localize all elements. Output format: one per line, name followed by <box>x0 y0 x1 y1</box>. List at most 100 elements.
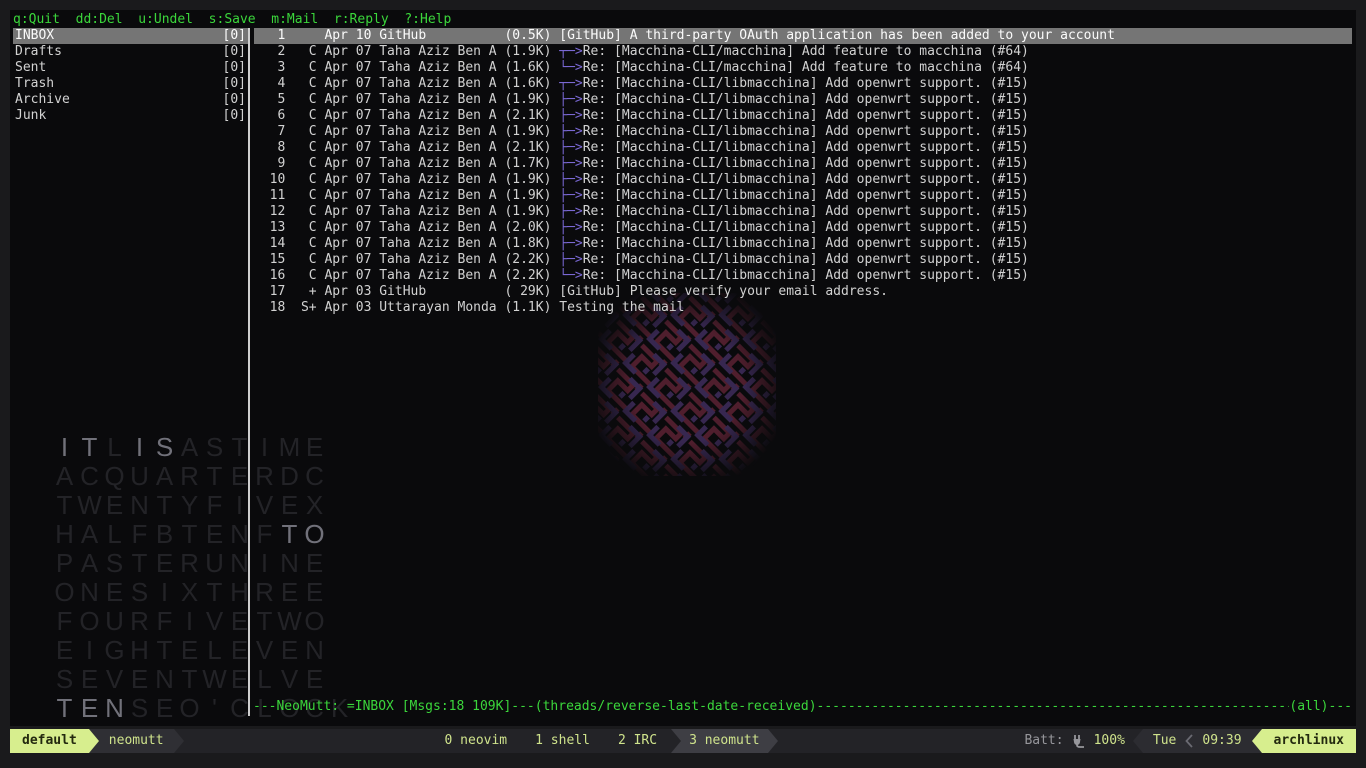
thread-tree-icon: ├─> <box>559 204 582 219</box>
mail-row-meta: 16 C Apr 07 Taha Aziz Ben A (2.2K) <box>254 268 559 283</box>
powerline-arrow-icon <box>89 729 99 753</box>
status-left: ---NeoMutt: =INBOX [Msgs:18 109K]---(thr… <box>253 699 817 715</box>
mail-row-meta: 1 Apr 10 GitHub (0.5K) <box>254 28 559 43</box>
taskbar-window-IRC[interactable]: 2 IRC <box>604 729 671 753</box>
mail-row[interactable]: 4 C Apr 07 Taha Aziz Ben A (1.6K) ┬─>Re:… <box>254 76 1352 92</box>
mail-row-subject: Re: [Macchina-CLI/libmacchina] Add openw… <box>583 92 1029 107</box>
mail-row[interactable]: 18 S+ Apr 03 Uttarayan Monda (1.1K) Test… <box>254 300 1352 316</box>
mailbox-sidebar: INBOX[0]Drafts[0]Sent[0]Trash[0]Archive[… <box>13 28 248 124</box>
mail-row[interactable]: 14 C Apr 07 Taha Aziz Ben A (1.8K) ├─>Re… <box>254 236 1352 252</box>
powerline-arrow-icon <box>1252 729 1262 753</box>
mail-row-subject: Re: [Macchina-CLI/libmacchina] Add openw… <box>583 156 1029 171</box>
thread-tree-icon: ┬─> <box>559 76 582 91</box>
mail-row[interactable]: 2 C Apr 07 Taha Aziz Ben A (1.9K) ┬─>Re:… <box>254 44 1352 60</box>
thread-tree-icon: ├─> <box>559 220 582 235</box>
mail-row[interactable]: 9 C Apr 07 Taha Aziz Ben A (1.7K) ├─>Re:… <box>254 156 1352 172</box>
chevron-left-icon <box>1185 734 1193 748</box>
mailbox-name: INBOX <box>15 28 54 44</box>
mail-row-subject: Testing the mail <box>559 300 684 315</box>
mail-row-meta: 11 C Apr 07 Taha Aziz Ben A (1.9K) <box>254 188 559 203</box>
sidebar-item-trash[interactable]: Trash[0] <box>13 76 248 92</box>
mail-row-meta: 3 C Apr 07 Taha Aziz Ben A (1.6K) <box>254 60 559 75</box>
mail-row-subject: Re: [Macchina-CLI/libmacchina] Add openw… <box>583 236 1029 251</box>
thread-tree-icon: ├─> <box>559 236 582 251</box>
sidebar-item-archive[interactable]: Archive[0] <box>13 92 248 108</box>
mail-row[interactable]: 13 C Apr 07 Taha Aziz Ben A (2.0K) ├─>Re… <box>254 220 1352 236</box>
mailbox-count: [0] <box>223 44 246 60</box>
mail-row-subject: Re: [Macchina-CLI/libmacchina] Add openw… <box>583 76 1029 91</box>
mail-row-meta: 12 C Apr 07 Taha Aziz Ben A (1.9K) <box>254 204 559 219</box>
mail-row[interactable]: 6 C Apr 07 Taha Aziz Ben A (2.1K) ├─>Re:… <box>254 108 1352 124</box>
status-fill: ----------------------------------------… <box>817 699 1290 715</box>
taskbar-window-neovim[interactable]: 0 neovim <box>431 729 522 753</box>
mail-row[interactable]: 11 C Apr 07 Taha Aziz Ben A (1.9K) ├─>Re… <box>254 188 1352 204</box>
mailbox-count: [0] <box>223 28 246 44</box>
mail-row-meta: 14 C Apr 07 Taha Aziz Ben A (1.8K) <box>254 236 559 251</box>
thread-tree-icon: ├─> <box>559 252 582 267</box>
sidebar-item-drafts[interactable]: Drafts [0] <box>13 44 248 60</box>
mail-row[interactable]: 3 C Apr 07 Taha Aziz Ben A (1.6K) └─>Re:… <box>254 60 1352 76</box>
mail-row-subject: Re: [Macchina-CLI/libmacchina] Add openw… <box>583 252 1029 267</box>
sidebar-item-inbox[interactable]: INBOX [0] <box>13 28 248 44</box>
day-label: Tue <box>1153 729 1176 753</box>
mailbox-count: [0] <box>223 60 246 76</box>
thread-tree-icon: ├─> <box>559 156 582 171</box>
thread-tree-icon: └─> <box>559 268 582 283</box>
mail-row[interactable]: 15 C Apr 07 Taha Aziz Ben A (2.2K) ├─>Re… <box>254 252 1352 268</box>
sidebar-divider <box>248 28 250 716</box>
mail-row-meta: 5 C Apr 07 Taha Aziz Ben A (1.9K) <box>254 92 559 107</box>
mailbox-name: Sent <box>15 60 46 76</box>
mailbox-name: Trash <box>15 76 54 92</box>
powerline-arrow-icon <box>671 729 681 753</box>
mail-row-subject: Re: [Macchina-CLI/libmacchina] Add openw… <box>583 124 1029 139</box>
mail-row-meta: 9 C Apr 07 Taha Aziz Ben A (1.7K) <box>254 156 559 171</box>
help-bar: q:Quit dd:Del u:Undel s:Save m:Mail r:Re… <box>13 12 451 28</box>
mail-row-meta: 8 C Apr 07 Taha Aziz Ben A (2.1K) <box>254 140 559 155</box>
mail-row-subject: Re: [Macchina-CLI/libmacchina] Add openw… <box>583 172 1029 187</box>
mail-row[interactable]: 12 C Apr 07 Taha Aziz Ben A (1.9K) ├─>Re… <box>254 204 1352 220</box>
mail-row-subject: Re: [Macchina-CLI/libmacchina] Add openw… <box>583 204 1029 219</box>
status-right: (all)--- <box>1289 699 1352 715</box>
powerline-arrow-icon <box>768 729 778 753</box>
thread-tree-icon: ├─> <box>559 172 582 187</box>
mail-row-subject: Re: [Macchina-CLI/macchina] Add feature … <box>583 44 1029 59</box>
mail-row[interactable]: 10 C Apr 07 Taha Aziz Ben A (1.9K) ├─>Re… <box>254 172 1352 188</box>
thread-tree-icon: ├─> <box>559 108 582 123</box>
mail-row-subject: Re: [Macchina-CLI/libmacchina] Add openw… <box>583 268 1029 283</box>
thread-tree-icon: ├─> <box>559 92 582 107</box>
window-list: 0 neovim1 shell2 IRC 3 neomutt <box>431 729 778 753</box>
powerline-arrow-icon <box>1133 729 1143 753</box>
window-title-segment: neomutt <box>99 729 174 753</box>
hostname-segment: archlinux <box>1262 729 1356 753</box>
session-segment[interactable]: default <box>10 729 89 753</box>
terminal-window: ITLISASTIMEACQUARTERDCTWENTYFIVEXHALFBTE… <box>10 10 1356 726</box>
mail-row[interactable]: 8 C Apr 07 Taha Aziz Ben A (2.1K) ├─>Re:… <box>254 140 1352 156</box>
sidebar-item-sent[interactable]: Sent [0] <box>13 60 248 76</box>
mail-row-meta: 13 C Apr 07 Taha Aziz Ben A (2.0K) <box>254 220 559 235</box>
mail-row-subject: Re: [Macchina-CLI/libmacchina] Add openw… <box>583 188 1029 203</box>
mailbox-name: Junk <box>15 108 46 124</box>
mail-row-subject: Re: [Macchina-CLI/libmacchina] Add openw… <box>583 108 1029 123</box>
battery-label: Batt: <box>1024 729 1063 753</box>
mail-row-meta: 2 C Apr 07 Taha Aziz Ben A (1.9K) <box>254 44 559 59</box>
mail-row[interactable]: 17 + Apr 03 GitHub ( 29K) [GitHub] Pleas… <box>254 284 1352 300</box>
thread-tree-icon: ├─> <box>559 188 582 203</box>
taskbar-window-neomutt[interactable]: 3 neomutt <box>681 729 767 753</box>
mail-row-meta: 18 S+ Apr 03 Uttarayan Monda (1.1K) <box>254 300 559 315</box>
mail-row[interactable]: 7 C Apr 07 Taha Aziz Ben A (1.9K) ├─>Re:… <box>254 124 1352 140</box>
mail-row-subject: [GitHub] Please verify your email addres… <box>559 284 888 299</box>
mail-row[interactable]: 5 C Apr 07 Taha Aziz Ben A (1.9K) ├─>Re:… <box>254 92 1352 108</box>
mailbox-name: Drafts <box>15 44 62 60</box>
taskbar-window-shell[interactable]: 1 shell <box>521 729 604 753</box>
mail-row-subject: Re: [Macchina-CLI/libmacchina] Add openw… <box>583 220 1029 235</box>
sidebar-item-junk[interactable]: Junk[0] <box>13 108 248 124</box>
mail-row-subject: [GitHub] A third-party OAuth application… <box>559 28 1115 43</box>
mail-row[interactable]: 1 Apr 10 GitHub (0.5K) [GitHub] A third-… <box>254 28 1352 44</box>
mail-row-meta: 17 + Apr 03 GitHub ( 29K) <box>254 284 559 299</box>
taskbar-right: Batt: 100% Tue 09:39 archlinux <box>1024 729 1356 753</box>
thread-tree-icon: ┬─> <box>559 44 582 59</box>
mail-row-meta: 7 C Apr 07 Taha Aziz Ben A (1.9K) <box>254 124 559 139</box>
mail-row[interactable]: 16 C Apr 07 Taha Aziz Ben A (2.2K) └─>Re… <box>254 268 1352 284</box>
mail-row-subject: Re: [Macchina-CLI/libmacchina] Add openw… <box>583 140 1029 155</box>
clock-segment: Tue 09:39 <box>1143 729 1252 753</box>
